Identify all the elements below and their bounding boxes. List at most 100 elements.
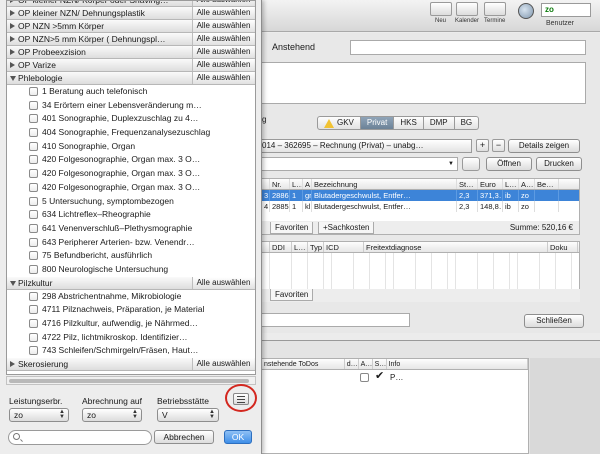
list-item[interactable]: 410 Sonographie, Organ	[7, 140, 255, 154]
ok-button[interactable]: OK	[224, 430, 252, 444]
item-checkbox[interactable]	[29, 237, 38, 247]
list-item[interactable]: 4722 Pilz, lichtmikroskop. Identifizier…	[7, 331, 255, 345]
item-checkbox[interactable]	[29, 141, 38, 151]
item-checkbox[interactable]	[29, 291, 38, 301]
abrechnung-select[interactable]: zo ▲ ▼	[82, 408, 142, 422]
appointments-button[interactable]	[484, 2, 506, 16]
disclosure-closed-icon[interactable]	[10, 23, 15, 29]
calendar-button[interactable]	[456, 2, 478, 16]
list-item[interactable]: 5 Untersuchung, symptombezogen	[7, 195, 255, 209]
list-item[interactable]: 4711 Pilznachweis, Präparation, je Mater…	[7, 303, 255, 317]
select-all-button[interactable]: Alle auswählen	[192, 72, 254, 84]
item-checkbox[interactable]	[29, 128, 38, 138]
add-invoice-button[interactable]: +	[476, 139, 489, 152]
col-header[interactable]: nstehende ToDos	[262, 359, 345, 369]
scrollbar-thumb[interactable]	[9, 379, 249, 383]
list-item[interactable]: 298 Abstrichentnahme, Mikrobiologie	[7, 290, 255, 304]
horizontal-scrollbar[interactable]	[6, 376, 256, 385]
group-header[interactable]: Skerosierung Alle auswählen	[7, 358, 255, 372]
item-checkbox[interactable]	[29, 264, 38, 274]
select-all-button[interactable]: Alle auswählen	[192, 358, 254, 371]
disclosure-closed-icon[interactable]	[10, 361, 15, 368]
col-header[interactable]: Be…	[535, 179, 559, 189]
remove-invoice-button[interactable]: −	[492, 139, 505, 152]
group-header[interactable]: OP Varize Alle auswählen	[7, 59, 255, 72]
col-header[interactable]: ICD	[324, 242, 364, 252]
item-checkbox[interactable]	[29, 169, 38, 179]
disclosure-closed-icon[interactable]	[10, 62, 15, 68]
col-header[interactable]: Doku	[548, 242, 578, 252]
tab-dmp[interactable]: DMP	[423, 116, 455, 130]
col-header[interactable]: L…	[290, 179, 303, 189]
disclosure-closed-icon[interactable]	[10, 36, 15, 42]
tab-hks[interactable]: HKS	[394, 116, 424, 130]
globe-icon[interactable]	[518, 3, 534, 19]
invoice-select[interactable]: 014 – 362695 – Rechnung (Privat) – unabg…	[262, 139, 472, 153]
search-input[interactable]	[8, 430, 152, 445]
checkmark-icon[interactable]: ✔	[375, 370, 384, 382]
disclosure-closed-icon[interactable]	[10, 49, 15, 55]
table-row[interactable]: 4 2885 1 kl. Blutadergeschwulst, Entfer……	[262, 201, 579, 212]
list-item[interactable]: 800 Neurologische Untersuchung	[7, 263, 255, 277]
item-checkbox[interactable]	[29, 196, 38, 206]
bottom-input[interactable]	[262, 313, 410, 327]
anstehend-input[interactable]	[350, 40, 586, 55]
list-item[interactable]: 1 Beratung auch telefonisch	[7, 85, 255, 99]
tab-favoriten[interactable]: Favoriten	[270, 222, 314, 234]
item-checkbox[interactable]	[29, 305, 38, 315]
col-header[interactable]: Freitextdiagnose	[364, 242, 548, 252]
disclosure-open-icon[interactable]	[10, 76, 16, 81]
list-item[interactable]: 743 Schleifen/Schmirgeln/Fräsen, Haut…	[7, 344, 255, 358]
select-all-button[interactable]: Alle auswählen	[192, 33, 254, 45]
col-header[interactable]: Typ	[308, 242, 324, 252]
list-item[interactable]: 404 Sonographie, Frequenzanalysezuschlag	[7, 126, 255, 140]
col-header[interactable]: St…	[457, 179, 478, 189]
col-header[interactable]: L…	[292, 242, 308, 252]
item-checkbox[interactable]	[29, 332, 38, 342]
col-header[interactable]: A…	[359, 359, 373, 369]
select-all-button[interactable]: Alle auswählen	[192, 46, 254, 58]
list-item[interactable]: 420 Folgesonographie, Organ max. 3 O…	[7, 153, 255, 167]
item-checkbox[interactable]	[29, 100, 38, 110]
col-header[interactable]: L…	[503, 179, 519, 189]
col-header[interactable]: DDI	[270, 242, 292, 252]
col-header[interactable]: Info	[387, 359, 528, 369]
group-header[interactable]: OP NZN>5 mm Körper ( Dehnungspl… Alle aus…	[7, 33, 255, 46]
table-row[interactable]: 3 2886 1 gr. Blutadergeschwulst, Entfer……	[262, 190, 579, 201]
disclosure-closed-icon[interactable]	[10, 1, 15, 3]
list-item[interactable]: 75 Befundbericht, ausführlich	[7, 249, 255, 263]
list-item[interactable]: 4716 Pilzkultur, aufwendig, je Nährmed…	[7, 317, 255, 331]
group-header[interactable]: OP NZN >5mm Körper Alle auswählen	[7, 20, 255, 33]
tab-gkv[interactable]: GKV	[317, 116, 361, 130]
select-all-button[interactable]: Alle auswählen	[192, 1, 254, 6]
item-checkbox[interactable]	[29, 87, 38, 96]
group-header[interactable]: Phlebologie Alle auswählen	[7, 72, 255, 85]
dropdown-icon[interactable]: ▼	[445, 158, 457, 170]
open-button[interactable]: Öffnen	[486, 157, 532, 171]
print-button[interactable]: Drucken	[536, 157, 582, 171]
tab-privat[interactable]: Privat	[360, 116, 395, 130]
group-header[interactable]: OP Probeexzision Alle auswählen	[7, 46, 255, 59]
col-header[interactable]	[262, 242, 270, 252]
disclosure-closed-icon[interactable]	[10, 10, 15, 16]
item-checkbox[interactable]	[29, 251, 38, 261]
todo-checkbox[interactable]	[360, 373, 369, 382]
new-button[interactable]	[430, 2, 452, 16]
cancel-button[interactable]: Abbrechen	[154, 430, 214, 444]
notes-textarea[interactable]	[262, 62, 586, 104]
group-header[interactable]: Pilzkultur Alle auswählen	[7, 276, 255, 290]
col-header[interactable]: S…	[373, 359, 387, 369]
col-header[interactable]: Euro	[478, 179, 503, 189]
col-header[interactable]: Nr.	[270, 179, 290, 189]
list-item[interactable]: 634 Lichtreflex–Rheographie	[7, 208, 255, 222]
group-header[interactable]: OP kleiner NZN/ Körper oder Shaving… Alle…	[7, 1, 255, 7]
list-icon[interactable]	[462, 157, 480, 171]
group-header[interactable]: OP kleiner NZN/ Dehnungsplastik Alle ausw…	[7, 7, 255, 20]
item-checkbox[interactable]	[29, 114, 38, 124]
close-button[interactable]: Schließen	[524, 314, 584, 328]
service-search-input[interactable]: ▼	[262, 157, 458, 171]
col-header[interactable]: A…	[519, 179, 535, 189]
select-all-button[interactable]: Alle auswählen	[192, 59, 254, 71]
tab-sachkosten[interactable]: +Sachkosten	[318, 222, 375, 234]
user-field[interactable]: zo	[541, 3, 591, 17]
